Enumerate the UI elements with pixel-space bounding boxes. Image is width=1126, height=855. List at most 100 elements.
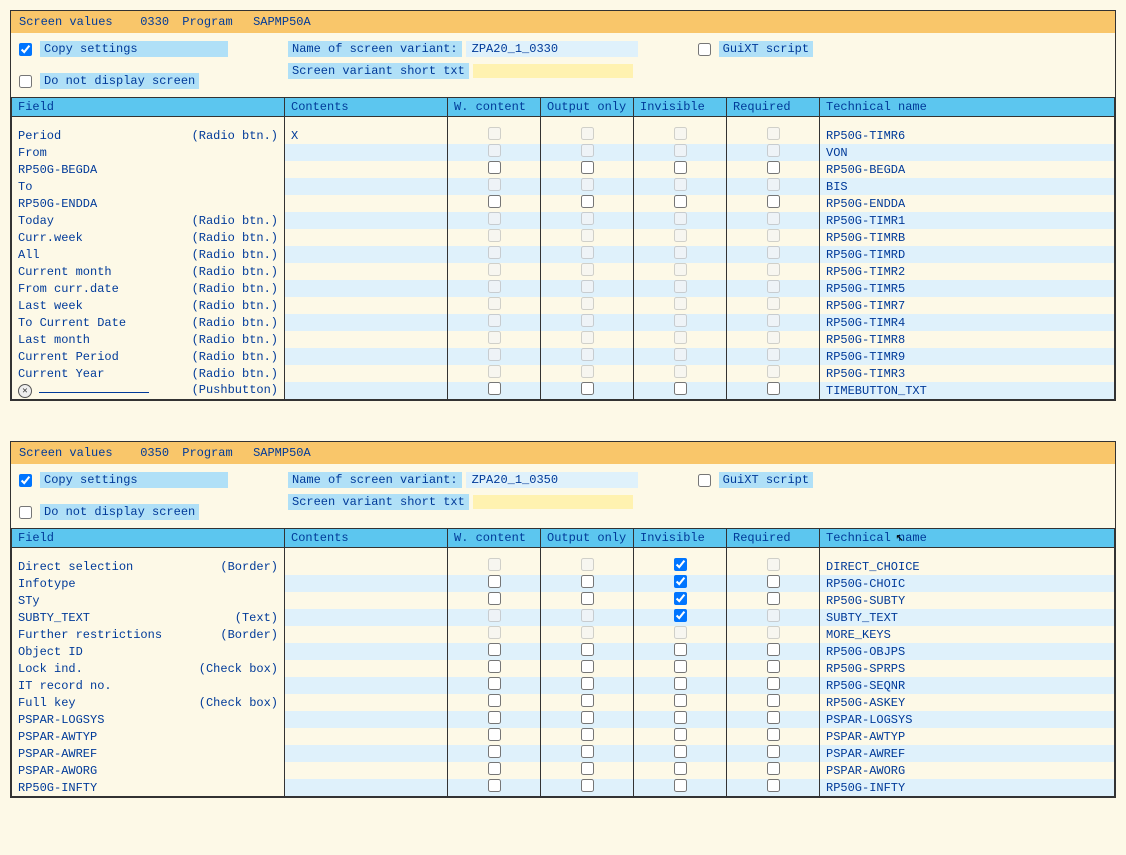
- contents-cell[interactable]: [285, 195, 448, 212]
- guixt-checkbox[interactable]: [698, 43, 711, 56]
- grid-checkbox[interactable]: [674, 558, 687, 571]
- grid-checkbox[interactable]: [674, 711, 687, 724]
- contents-cell[interactable]: [285, 212, 448, 229]
- grid-checkbox[interactable]: [674, 592, 687, 605]
- grid-checkbox[interactable]: [767, 660, 780, 673]
- grid-checkbox[interactable]: [767, 728, 780, 741]
- grid-checkbox[interactable]: [674, 677, 687, 690]
- grid-checkbox[interactable]: [581, 660, 594, 673]
- contents-cell[interactable]: [285, 144, 448, 161]
- contents-cell[interactable]: [285, 575, 448, 592]
- grid-checkbox[interactable]: [674, 745, 687, 758]
- grid-checkbox[interactable]: [674, 575, 687, 588]
- contents-cell[interactable]: [285, 694, 448, 711]
- contents-cell[interactable]: [285, 178, 448, 195]
- grid-checkbox[interactable]: [488, 694, 501, 707]
- grid-checkbox[interactable]: [767, 643, 780, 656]
- grid-checkbox[interactable]: [581, 762, 594, 775]
- grid-checkbox[interactable]: [488, 711, 501, 724]
- contents-cell[interactable]: X: [285, 127, 448, 144]
- grid-checkbox[interactable]: [674, 195, 687, 208]
- table-row: PSPAR-LOGSYSPSPAR-LOGSYS: [12, 711, 1115, 728]
- grid-checkbox[interactable]: [767, 161, 780, 174]
- contents-cell[interactable]: [285, 643, 448, 660]
- contents-cell[interactable]: [285, 728, 448, 745]
- grid-checkbox[interactable]: [674, 161, 687, 174]
- do-not-display-checkbox[interactable]: [19, 506, 32, 519]
- guixt-checkbox[interactable]: [698, 474, 711, 487]
- grid-checkbox[interactable]: [674, 382, 687, 395]
- grid-checkbox[interactable]: [767, 195, 780, 208]
- grid-checkbox[interactable]: [581, 643, 594, 656]
- grid-checkbox[interactable]: [581, 382, 594, 395]
- grid-checkbox[interactable]: [767, 745, 780, 758]
- contents-cell[interactable]: [285, 382, 448, 400]
- contents-cell[interactable]: [285, 660, 448, 677]
- grid-checkbox[interactable]: [488, 195, 501, 208]
- grid-checkbox[interactable]: [488, 592, 501, 605]
- grid-checkbox[interactable]: [674, 609, 687, 622]
- grid-checkbox[interactable]: [767, 711, 780, 724]
- contents-cell[interactable]: [285, 246, 448, 263]
- contents-cell[interactable]: [285, 161, 448, 178]
- contents-cell[interactable]: [285, 626, 448, 643]
- contents-cell[interactable]: [285, 711, 448, 728]
- contents-cell[interactable]: [285, 263, 448, 280]
- grid-checkbox[interactable]: [581, 711, 594, 724]
- grid-checkbox[interactable]: [767, 575, 780, 588]
- grid-checkbox[interactable]: [488, 677, 501, 690]
- grid-checkbox[interactable]: [767, 592, 780, 605]
- contents-cell[interactable]: [285, 677, 448, 694]
- grid-checkbox[interactable]: [674, 643, 687, 656]
- contents-cell[interactable]: [285, 365, 448, 382]
- grid-checkbox: [581, 626, 594, 639]
- grid-checkbox[interactable]: [488, 382, 501, 395]
- contents-cell[interactable]: [285, 348, 448, 365]
- grid-checkbox[interactable]: [488, 161, 501, 174]
- grid-checkbox[interactable]: [488, 728, 501, 741]
- grid-checkbox[interactable]: [581, 677, 594, 690]
- copy-settings-checkbox[interactable]: [19, 43, 32, 56]
- grid-checkbox[interactable]: [581, 745, 594, 758]
- grid-checkbox[interactable]: [767, 779, 780, 792]
- grid-checkbox[interactable]: [674, 762, 687, 775]
- grid-checkbox[interactable]: [488, 660, 501, 673]
- grid-checkbox: [674, 144, 687, 157]
- grid-checkbox[interactable]: [581, 779, 594, 792]
- variant-shorttxt-input[interactable]: [473, 495, 633, 509]
- contents-cell[interactable]: [285, 314, 448, 331]
- grid-checkbox[interactable]: [767, 694, 780, 707]
- contents-cell[interactable]: [285, 297, 448, 314]
- contents-cell[interactable]: [285, 280, 448, 297]
- grid-checkbox[interactable]: [581, 161, 594, 174]
- contents-cell[interactable]: [285, 609, 448, 626]
- contents-cell[interactable]: [285, 762, 448, 779]
- grid-checkbox[interactable]: [581, 195, 594, 208]
- copy-settings-checkbox[interactable]: [19, 474, 32, 487]
- grid-checkbox[interactable]: [581, 592, 594, 605]
- grid-checkbox[interactable]: [767, 382, 780, 395]
- grid-checkbox[interactable]: [767, 677, 780, 690]
- grid-checkbox[interactable]: [581, 575, 594, 588]
- contents-cell[interactable]: [285, 229, 448, 246]
- grid-checkbox[interactable]: [488, 643, 501, 656]
- contents-cell[interactable]: [285, 331, 448, 348]
- grid-checkbox[interactable]: [674, 779, 687, 792]
- grid-checkbox[interactable]: [767, 762, 780, 775]
- grid-checkbox[interactable]: [674, 660, 687, 673]
- grid-checkbox[interactable]: [488, 762, 501, 775]
- pushbutton-icon[interactable]: ✕: [18, 383, 149, 399]
- do-not-display-checkbox[interactable]: [19, 75, 32, 88]
- grid-checkbox[interactable]: [674, 728, 687, 741]
- contents-cell[interactable]: [285, 558, 448, 575]
- contents-cell[interactable]: [285, 745, 448, 762]
- grid-checkbox[interactable]: [488, 779, 501, 792]
- grid-checkbox[interactable]: [674, 694, 687, 707]
- grid-checkbox[interactable]: [488, 745, 501, 758]
- grid-checkbox[interactable]: [581, 694, 594, 707]
- variant-shorttxt-input[interactable]: [473, 64, 633, 78]
- contents-cell[interactable]: [285, 592, 448, 609]
- grid-checkbox[interactable]: [488, 575, 501, 588]
- contents-cell[interactable]: [285, 779, 448, 797]
- grid-checkbox[interactable]: [581, 728, 594, 741]
